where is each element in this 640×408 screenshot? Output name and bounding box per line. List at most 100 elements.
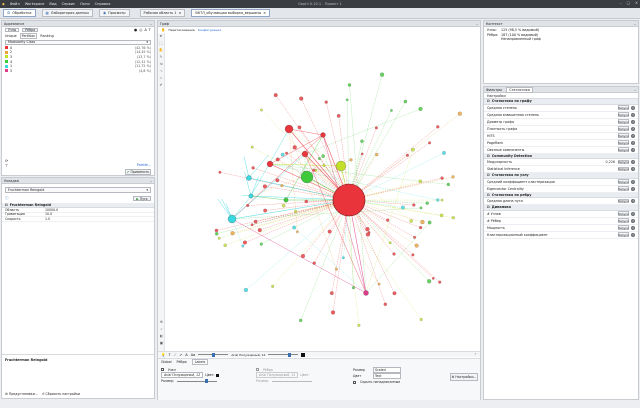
graph-node[interactable] <box>419 226 423 230</box>
graph-node[interactable] <box>388 241 392 245</box>
tab-statistics[interactable]: Статистика <box>506 86 533 93</box>
help-icon[interactable]: ? <box>631 225 635 230</box>
graph-node[interactable] <box>418 179 423 184</box>
graph-node[interactable] <box>392 252 396 256</box>
partition-color-swatch[interactable] <box>5 55 8 59</box>
font-size-icon[interactable]: Aa <box>191 353 196 357</box>
graph-node[interactable] <box>263 208 268 213</box>
graph-node[interactable] <box>360 139 364 143</box>
run-statistic-button[interactable]: Запуск <box>618 126 629 131</box>
graph-node[interactable] <box>214 232 219 236</box>
graph-node[interactable] <box>367 231 371 234</box>
screenshot-icon[interactable]: ▣ <box>159 340 165 346</box>
graph-node[interactable] <box>329 291 334 296</box>
rect-select-icon[interactable]: ⬚ <box>158 40 164 46</box>
graph-node[interactable] <box>299 318 303 323</box>
shortest-path-icon[interactable]: ⤳ <box>158 68 164 74</box>
graph-node[interactable] <box>411 147 415 152</box>
layout-property-row[interactable]: Скорость 1.0 <box>2 217 154 222</box>
presets-button[interactable]: ⚙ Предустановки... <box>5 392 38 396</box>
help-icon[interactable]: ? <box>631 211 635 216</box>
run-statistic-button[interactable]: Запуск <box>618 112 629 117</box>
graph-node[interactable] <box>413 235 416 239</box>
help-icon[interactable]: ? <box>631 126 635 131</box>
graph-node[interactable] <box>260 108 263 112</box>
minimize-panel-icon[interactable]: – <box>634 22 636 26</box>
graph-node[interactable] <box>363 290 369 296</box>
run-statistic-button[interactable]: Запуск <box>618 186 629 191</box>
graph-node[interactable] <box>248 193 254 199</box>
graph-node[interactable] <box>419 206 423 210</box>
minimize-panel-icon[interactable]: – <box>150 22 152 26</box>
tab-preview[interactable]: ◉ Просмотр <box>99 9 130 17</box>
graph-node[interactable] <box>321 154 325 158</box>
graph-node[interactable] <box>243 288 248 293</box>
graph-node[interactable] <box>440 198 444 202</box>
run-statistic-button[interactable]: Запуск <box>618 225 629 230</box>
help-icon[interactable]: ? <box>631 218 635 223</box>
menu-view[interactable]: Вид <box>49 2 56 6</box>
graph-node[interactable] <box>230 231 235 236</box>
color-mode-select[interactable]: Text <box>373 373 401 379</box>
graph-node[interactable] <box>304 199 308 204</box>
graph-node[interactable] <box>451 216 455 220</box>
graph-node[interactable] <box>457 111 462 116</box>
run-statistic-button[interactable]: Запуск <box>618 198 629 204</box>
minimize-panel-icon[interactable]: – <box>150 179 152 183</box>
color-palette-icon[interactable]: ● <box>134 28 137 32</box>
run-statistic-button[interactable]: Запуск <box>618 133 629 138</box>
menu-window[interactable]: Окно <box>80 2 90 6</box>
graph-node[interactable] <box>320 132 326 138</box>
graph-node[interactable] <box>227 214 237 224</box>
layout-algorithm-select[interactable]: Fruchterman Reingold ▾ <box>5 187 151 193</box>
node-font-button[interactable]: Arial Полужирный, 12 <box>161 372 204 378</box>
help-icon[interactable]: ? <box>631 232 635 237</box>
graph-node[interactable] <box>312 168 316 172</box>
menu-file[interactable]: Файл <box>10 2 20 6</box>
graph-node[interactable] <box>392 291 397 296</box>
edge-font-button[interactable]: Arial Полужирный, 12 <box>256 372 299 378</box>
graph-node[interactable] <box>246 175 252 181</box>
run-statistic-button[interactable]: Запуск <box>618 105 629 110</box>
graph-node[interactable] <box>266 160 274 168</box>
graph-node[interactable] <box>357 323 361 327</box>
help-icon[interactable]: ? <box>631 105 635 110</box>
tab-unique[interactable]: Unique <box>5 34 17 38</box>
run-statistic-button[interactable]: Запуск <box>618 211 629 216</box>
graph-node[interactable] <box>334 267 338 271</box>
graph-node[interactable] <box>365 227 370 232</box>
node-label-icon[interactable]: T <box>168 353 170 357</box>
nodes-checkbox[interactable] <box>161 368 164 371</box>
label-size-slider[interactable] <box>268 352 299 357</box>
painter-icon[interactable]: ✎ <box>158 54 164 60</box>
graph-node[interactable] <box>335 160 347 172</box>
graph-node[interactable] <box>301 150 309 158</box>
edit-icon[interactable]: ✐ <box>158 82 164 88</box>
close-tab-icon[interactable]: × <box>263 11 266 15</box>
tab-labels[interactable]: Labels <box>191 359 209 365</box>
help-icon[interactable]: ? <box>631 133 635 138</box>
graph-hub-node[interactable] <box>332 183 366 217</box>
graph-node[interactable] <box>217 236 221 240</box>
run-statistic-button[interactable]: Запуск <box>618 140 629 145</box>
graph-node[interactable] <box>425 201 429 205</box>
edge-icon[interactable]: ⟋ <box>174 353 177 357</box>
graph-node[interactable] <box>442 151 446 155</box>
stats-settings-button[interactable]: Настройки <box>487 94 506 98</box>
label-toggle-icon[interactable]: A <box>185 353 187 357</box>
menu-help[interactable]: Справка <box>95 2 111 6</box>
help-icon[interactable]: ? <box>631 140 635 145</box>
hand-icon[interactable]: ✋ <box>161 28 165 32</box>
tab-ranking[interactable]: Ranking <box>40 34 53 38</box>
label-color-icon[interactable]: A <box>144 28 146 32</box>
partition-item[interactable]: 4 (12,41 %) <box>2 59 154 64</box>
tab-data-laboratory[interactable]: ▦ Лаборатория данных <box>41 9 93 17</box>
graph-node[interactable] <box>341 256 345 260</box>
graph-node[interactable] <box>419 318 423 322</box>
partition-item[interactable]: 0 (42,76 %) <box>2 46 154 51</box>
graph-node[interactable] <box>284 124 294 134</box>
minimize-icon[interactable]: – <box>620 1 622 5</box>
graph-node[interactable] <box>405 153 409 157</box>
graph-node[interactable] <box>275 157 280 162</box>
minimize-panel-icon[interactable]: – <box>476 22 478 26</box>
